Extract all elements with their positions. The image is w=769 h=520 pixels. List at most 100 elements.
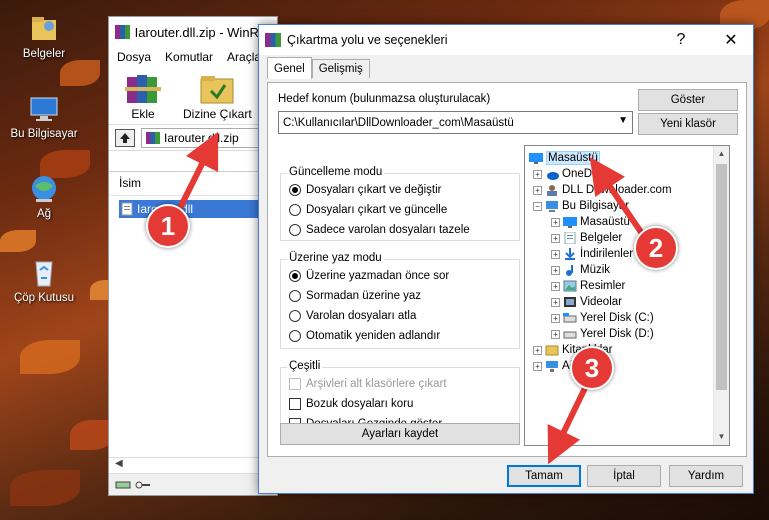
update-option-replace[interactable]: Dosyaları çıkart ve değiştir — [289, 184, 442, 196]
desktop-icon — [529, 153, 543, 164]
expand-icon[interactable]: + — [551, 249, 560, 259]
desktop-icon-documents[interactable]: Belgeler — [4, 12, 84, 60]
horizontal-scrollbar[interactable]: ◀ — [109, 457, 277, 473]
desktop-icon-label: Belgeler — [22, 48, 66, 60]
expand-icon[interactable]: + — [533, 185, 542, 195]
option-label: Sormadan üzerine yaz — [306, 290, 422, 302]
tree-item-onedrive[interactable]: + OneDrive — [533, 166, 611, 182]
key-icon — [135, 481, 150, 488]
computer-icon — [27, 92, 61, 126]
tree-item-desktop[interactable]: Masaüstü — [529, 150, 600, 166]
radio-selected[interactable] — [289, 270, 301, 282]
tree-item-label: Belgeler — [580, 232, 623, 244]
expand-icon[interactable]: + — [551, 297, 560, 307]
expand-icon[interactable]: + — [533, 169, 542, 179]
chevron-down-icon[interactable]: ▼ — [618, 115, 628, 126]
expand-icon[interactable]: + — [551, 233, 560, 243]
menu-file[interactable]: Dosya — [117, 50, 151, 64]
overwrite-mode-group: Üzerine yaz modu Üzerine yazmadan önce s… — [280, 252, 520, 349]
folder-tree[interactable]: Masaüstü + OneDrive + DLL Downloader.com… — [524, 145, 730, 446]
expand-icon[interactable]: + — [551, 281, 560, 291]
desktop-icon-this-pc[interactable]: Bu Bilgisayar — [4, 92, 84, 140]
tree-item-label: Videolar — [580, 296, 622, 308]
tree-item-drive-c[interactable]: + Yerel Disk (C:) — [551, 310, 654, 326]
tree-item-label: DLL Downloader.com — [562, 184, 672, 196]
tree-item-label: OneDrive — [562, 168, 611, 180]
new-folder-button[interactable]: Yeni klasör — [638, 113, 738, 135]
address-value: Iarouter.dll.zip — [164, 130, 239, 145]
show-button[interactable]: Göster — [638, 89, 738, 111]
menu-commands[interactable]: Komutlar — [165, 50, 213, 64]
overwrite-option-without-prompt[interactable]: Sormadan üzerine yaz — [289, 290, 421, 302]
desktop-icon-recycle-bin[interactable]: Çöp Kutusu — [4, 256, 84, 304]
option-label: Arşivleri alt klasörlere çıkart — [306, 378, 447, 390]
tab-general[interactable]: Genel — [267, 57, 312, 79]
add-button[interactable]: Ekle — [121, 71, 165, 124]
radio[interactable] — [289, 204, 301, 216]
winrar-window: Iarouter.dll.zip - WinRAR Dosya Komutlar… — [108, 16, 278, 496]
radio[interactable] — [289, 290, 301, 302]
collapse-icon[interactable]: − — [533, 201, 542, 211]
destination-label: Hedef konum (bulunmazsa oluşturulacak) — [278, 93, 491, 105]
computer-icon — [546, 201, 558, 212]
tree-item-downloads[interactable]: + İndirilenler — [551, 246, 633, 262]
network-icon — [27, 172, 61, 206]
tree-item-pictures[interactable]: + Resimler — [551, 278, 625, 294]
update-option-update[interactable]: Dosyaları çıkart ve güncelle — [289, 204, 447, 216]
network-icon — [546, 361, 558, 372]
videos-icon — [564, 297, 576, 307]
save-settings-button[interactable]: Ayarları kaydet — [280, 423, 520, 445]
up-folder-button[interactable] — [115, 128, 135, 147]
drive-icon — [563, 313, 577, 323]
dialog-title: Çıkartma yolu ve seçenekleri — [287, 33, 448, 47]
help-button[interactable]: Yardım — [669, 465, 743, 487]
desktop-icon — [563, 217, 577, 228]
documents-folder-icon — [27, 12, 61, 46]
overwrite-option-rename[interactable]: Otomatik yeniden adlandır — [289, 330, 440, 342]
destination-path-combo[interactable]: C:\Kullanıcılar\DllDownloader_com\Masaüs… — [278, 111, 633, 134]
misc-option-keep-broken[interactable]: Bozuk dosyaları koru — [289, 398, 413, 410]
expand-icon[interactable]: + — [551, 313, 560, 323]
ok-button[interactable]: Tamam — [507, 465, 581, 487]
tree-item-this-pc[interactable]: − Bu Bilgisayar — [533, 198, 629, 214]
cancel-button[interactable]: İptal — [587, 465, 661, 487]
tree-vertical-scrollbar[interactable]: ▲ ▼ — [713, 146, 729, 445]
tree-item-label: Müzik — [580, 264, 611, 276]
scroll-down-icon[interactable]: ▼ — [714, 429, 729, 445]
radio-selected[interactable] — [289, 184, 301, 196]
expand-icon[interactable]: + — [533, 345, 542, 355]
option-label: Üzerine yazmadan önce sor — [306, 270, 450, 282]
scroll-thumb[interactable] — [716, 164, 727, 390]
radio[interactable] — [289, 310, 301, 322]
radio[interactable] — [289, 224, 301, 236]
tree-item-videos[interactable]: + Videolar — [551, 294, 622, 310]
expand-icon[interactable]: + — [551, 217, 560, 227]
checkbox[interactable] — [289, 398, 301, 410]
close-icon[interactable]: ✕ — [709, 30, 753, 50]
tree-item-music[interactable]: + Müzik — [551, 262, 610, 278]
tab-advanced[interactable]: Gelişmiş — [311, 59, 370, 78]
winrar-address-bar: Iarouter.dll.zip — [109, 125, 277, 151]
file-row-selected[interactable]: Iarouter.dll — [119, 200, 277, 218]
overwrite-option-ask[interactable]: Üzerine yazmadan önce sor — [289, 270, 449, 282]
tree-item-pc-desktop[interactable]: + Masaüstü — [551, 214, 630, 230]
desktop-icon-network[interactable]: Ağ — [4, 172, 84, 220]
tree-item-user[interactable]: + DLL Downloader.com — [533, 182, 672, 198]
desktop-icon-label: Bu Bilgisayar — [10, 128, 78, 140]
zip-file-icon — [146, 131, 160, 144]
annotation-badge-1: 1 — [146, 204, 190, 248]
tree-item-documents[interactable]: + Belgeler — [551, 230, 622, 246]
extract-to-button[interactable]: Dizine Çıkart — [183, 71, 252, 124]
update-option-freshen[interactable]: Sadece varolan dosyaları tazele — [289, 224, 470, 236]
help-title-button[interactable]: ? — [659, 31, 703, 49]
expand-icon[interactable]: + — [533, 361, 542, 371]
tree-item-drive-d[interactable]: + Yerel Disk (D:) — [551, 326, 654, 342]
radio[interactable] — [289, 330, 301, 342]
overwrite-option-skip[interactable]: Varolan dosyaları atla — [289, 310, 416, 322]
column-header-name[interactable]: İsim — [109, 172, 277, 196]
expand-icon[interactable]: + — [551, 265, 560, 275]
scroll-up-icon[interactable]: ▲ — [714, 146, 729, 162]
address-field[interactable]: Iarouter.dll.zip — [141, 127, 277, 148]
update-mode-title: Güncelleme modu — [287, 166, 385, 178]
expand-icon[interactable]: + — [551, 329, 560, 339]
